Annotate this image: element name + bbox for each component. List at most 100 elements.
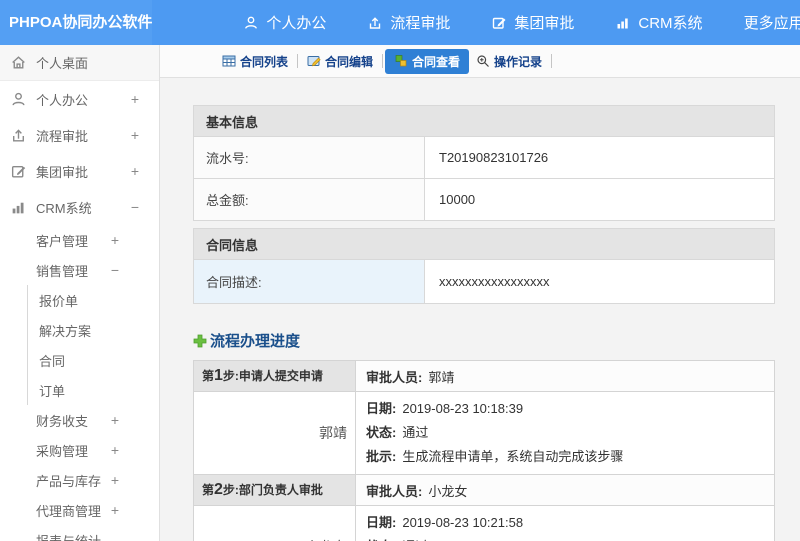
- step-label: 第1步:申请人提交申请: [193, 360, 356, 392]
- tab-contract-view[interactable]: 合同查看: [385, 48, 470, 74]
- table-row: 总金额: 10000: [193, 178, 775, 221]
- expand-icon[interactable]: +: [111, 412, 119, 428]
- sidebar-item-label: 采购管理: [36, 443, 89, 459]
- remark-value: 生成流程申请单，系统自动完成该步骤: [402, 449, 624, 464]
- process-progress-title: 流程办理进度: [210, 333, 301, 350]
- tab-operation-log[interactable]: 操作记录: [469, 49, 549, 74]
- expand-icon[interactable]: +: [131, 91, 139, 107]
- tab-label: 合同查看: [412, 54, 461, 69]
- approver-name: 小龙女: [428, 483, 468, 499]
- collapse-icon[interactable]: −: [131, 199, 139, 215]
- table-row: 流水号: T20190823101726: [193, 136, 775, 179]
- user-icon: [12, 92, 25, 105]
- sidebar-item-workflow-approval[interactable]: 流程审批 +: [0, 117, 159, 153]
- app-logo: PHPOA协同办公软件: [0, 0, 153, 45]
- sidebar-item-label: CRM系统: [36, 200, 92, 216]
- expand-icon[interactable]: +: [111, 232, 119, 248]
- sidebar-item-label: 集团审批: [36, 164, 89, 180]
- tab-label: 操作记录: [494, 54, 543, 69]
- edit-icon: [11, 165, 26, 178]
- nav-crm-system[interactable]: CRM系统: [615, 12, 703, 33]
- sidebar-item-reports-stats[interactable]: 报表与统计: [0, 525, 159, 541]
- sidebar-item-personal-office[interactable]: 个人办公 +: [0, 81, 159, 117]
- nav-group-approval[interactable]: 集团审批: [491, 12, 574, 33]
- nav-label: 集团审批: [514, 15, 575, 32]
- sidebar-item-label: 代理商管理: [36, 503, 102, 519]
- sidebar-item-label: 合同: [39, 353, 66, 369]
- field-value: 10000: [424, 178, 775, 221]
- sidebar-item-label: 报价单: [39, 293, 79, 309]
- date-label: 日期:: [366, 401, 397, 416]
- user-icon: [245, 16, 258, 29]
- section-title: 合同信息: [193, 228, 775, 260]
- date-line: 日期: 2019-08-23 10:21:58: [366, 511, 764, 535]
- sidebar-item-product-inventory[interactable]: 产品与库存 +: [0, 465, 159, 495]
- approver-label: 审批人员:: [366, 369, 423, 385]
- expand-icon[interactable]: +: [131, 127, 139, 143]
- remark-line: 批示: 生成流程申请单，系统自动完成该步骤: [366, 445, 764, 469]
- view-blocks-icon: [395, 55, 407, 67]
- nav-personal-office[interactable]: 个人办公: [243, 12, 326, 33]
- sidebar-item-label: 订单: [39, 383, 66, 399]
- expand-icon[interactable]: +: [111, 502, 119, 518]
- sidebar-item-label: 报表与统计: [36, 533, 102, 541]
- nav-workflow-approval[interactable]: 流程审批: [367, 12, 450, 33]
- sidebar-item-group-approval[interactable]: 集团审批 +: [0, 153, 159, 189]
- sidebar-item-label: 财务收支: [36, 413, 89, 429]
- step-header-row: 第2步:部门负责人审批 审批人员: 小龙女: [193, 474, 775, 506]
- nav-label: 更多应用: [743, 15, 800, 32]
- sidebar-item-contract[interactable]: 合同: [28, 345, 159, 375]
- sidebar-item-personal-desktop[interactable]: 个人桌面: [0, 45, 159, 81]
- app-window: PHPOA协同办公软件 个人办公 流程审批 集团审批 CRM系统 更多应用 个人…: [0, 0, 800, 541]
- tab-divider: [551, 54, 553, 68]
- nav-label: 个人办公: [266, 15, 327, 32]
- step-label: 第2步:部门负责人审批: [193, 474, 356, 506]
- date-label: 日期:: [366, 515, 397, 530]
- sidebar-item-quotation[interactable]: 报价单: [28, 285, 159, 315]
- sidebar-item-label: 销售管理: [36, 263, 89, 279]
- sidebar-item-customer-mgmt[interactable]: 客户管理 +: [0, 225, 159, 255]
- sidebar-item-agent-mgmt[interactable]: 代理商管理 +: [0, 495, 159, 525]
- expand-icon[interactable]: +: [111, 472, 119, 488]
- status-line: 状态:通过: [366, 421, 764, 445]
- sidebar-item-purchase-mgmt[interactable]: 采购管理 +: [0, 435, 159, 465]
- expand-icon[interactable]: +: [131, 163, 139, 179]
- collapse-icon[interactable]: −: [111, 262, 119, 278]
- tab-divider: [297, 54, 299, 68]
- tab-label: 合同编辑: [325, 54, 374, 69]
- tab-bar: 合同列表 合同编辑 合同查看 操作记录: [160, 45, 800, 78]
- topbar: PHPOA协同办公软件 个人办公 流程审批 集团审批 CRM系统 更多应用: [0, 0, 800, 45]
- status-label: 状态:: [366, 425, 397, 440]
- field-value: T20190823101726: [424, 136, 775, 179]
- step-detail-cell: 日期: 2019-08-23 10:18:39 状态: 通过 批示: 生成流程申请单，…: [355, 391, 775, 475]
- sidebar-item-sales-mgmt[interactable]: 销售管理 −: [0, 255, 159, 285]
- sidebar-item-crm-system[interactable]: CRM系统 −: [0, 189, 159, 225]
- sidebar-item-finance[interactable]: 财务收支 +: [0, 405, 159, 435]
- field-label: 总金额:: [193, 178, 425, 221]
- step-detail-row: 郭靖 日期: 2019-08-23 10:18:39 状态: 通过 批示: 生成流程申…: [193, 391, 775, 475]
- step-detail-cell: 日期:2019-08-23 10:21:58 状态:通过 批示:通过: [355, 505, 775, 541]
- field-value: xxxxxxxxxxxxxxxxx: [424, 259, 775, 304]
- step-header-row: 第1步:申请人提交申请 审批人员: 郭靖: [193, 360, 775, 392]
- contract-info-table: 合同信息 合同描述: xxxxxxxxxxxxxxxxx: [193, 228, 775, 304]
- nav-label: 流程审批: [390, 15, 451, 32]
- expand-icon[interactable]: +: [111, 442, 119, 458]
- home-icon: [12, 56, 25, 69]
- tab-contract-edit[interactable]: 合同编辑: [300, 49, 380, 74]
- sidebar: 个人桌面 个人办公 + 流程审批 + 集团审批 + CRM系统 − 客户管理 +…: [0, 45, 160, 541]
- sidebar-item-order[interactable]: 订单: [28, 375, 159, 405]
- status-line: 状态:通过: [366, 535, 764, 541]
- sidebar-item-label: 个人桌面: [36, 56, 89, 71]
- tab-contract-list[interactable]: 合同列表: [215, 49, 295, 74]
- nav-more-apps[interactable]: 更多应用: [744, 12, 800, 33]
- approver-cell: 审批人员: 郭靖: [355, 360, 775, 392]
- sidebar-item-label: 客户管理: [36, 233, 89, 249]
- sidebar-item-solution[interactable]: 解决方案: [28, 315, 159, 345]
- sidebar-item-label: 流程审批: [36, 128, 89, 144]
- field-label: 合同描述:: [193, 259, 425, 304]
- top-nav: 个人办公 流程审批 集团审批 CRM系统 更多应用: [243, 12, 800, 33]
- sales-submenu: 报价单 解决方案 合同 订单: [27, 285, 159, 405]
- remark-label: 批示:: [366, 449, 397, 464]
- edit-doc-icon: [307, 56, 321, 67]
- date-value: 2019-08-23 10:21:58: [402, 515, 524, 530]
